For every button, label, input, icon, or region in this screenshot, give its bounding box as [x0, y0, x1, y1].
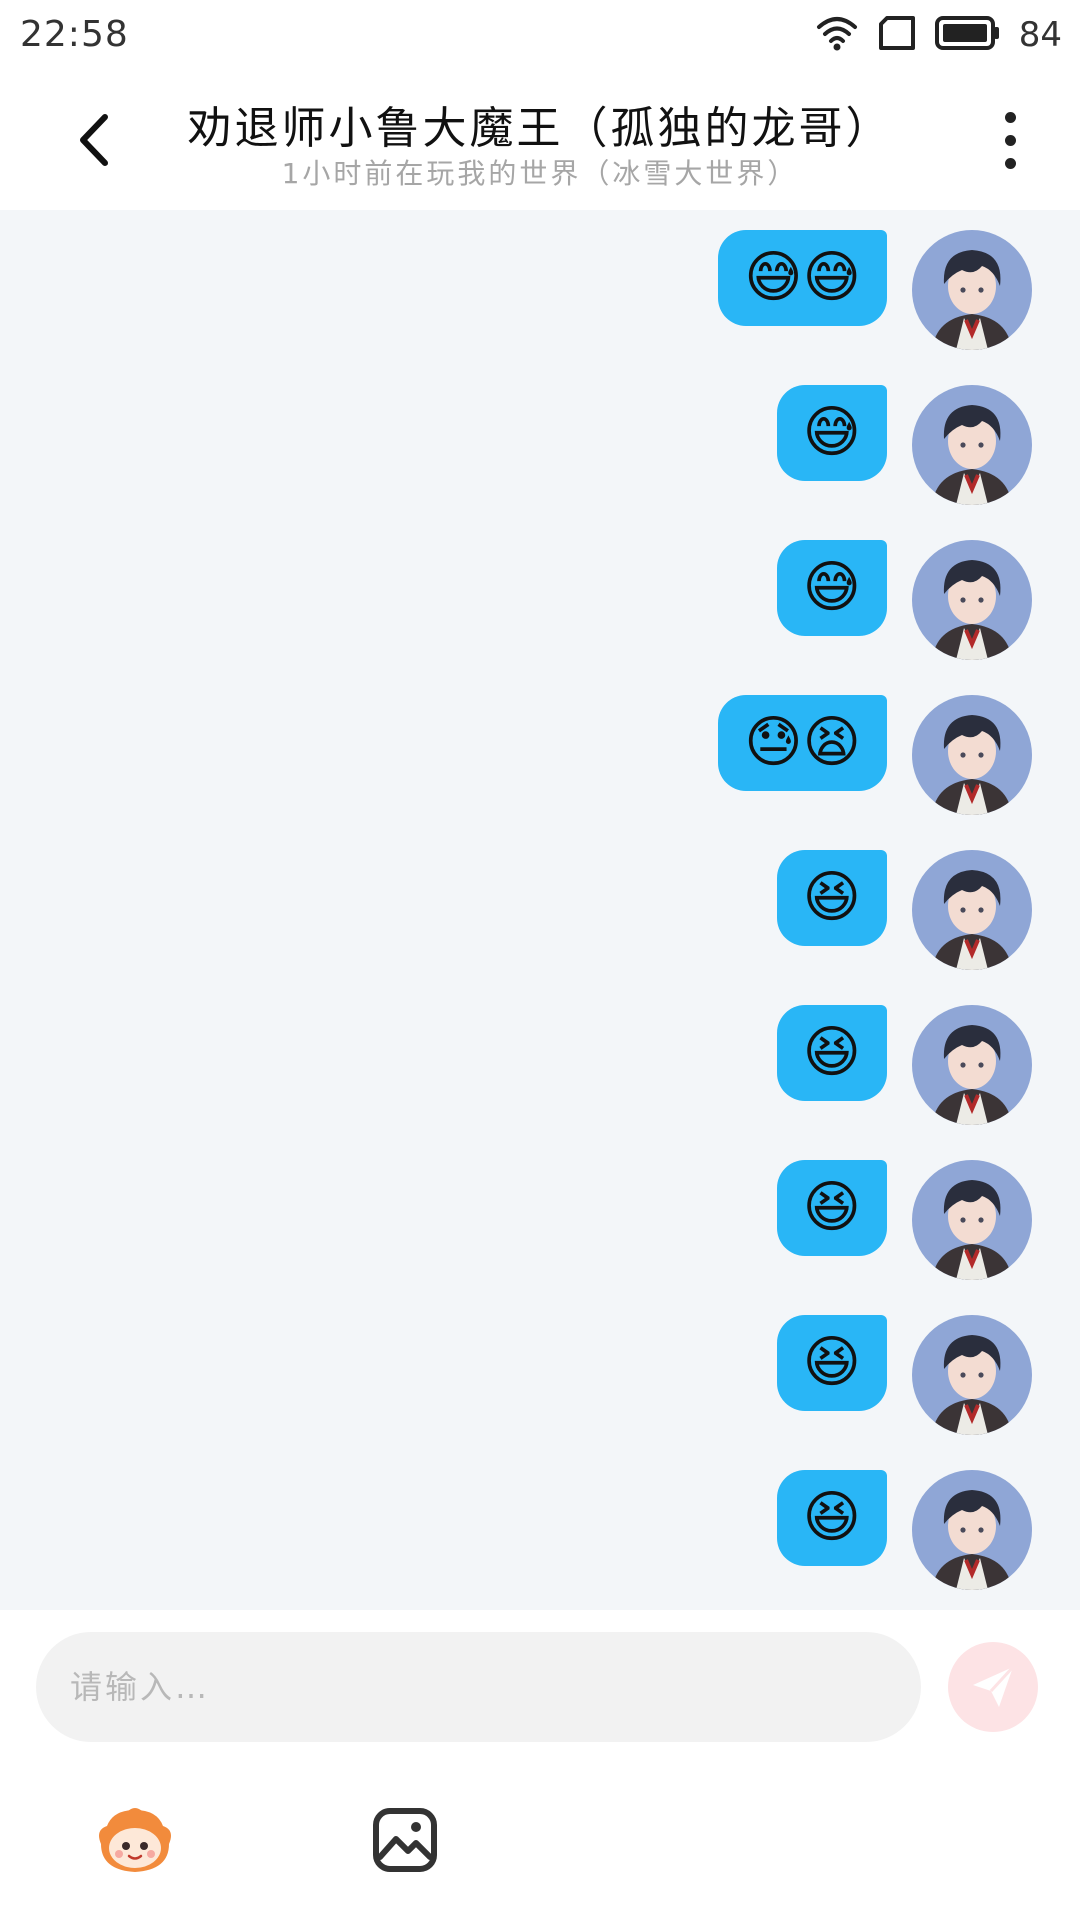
back-button[interactable]	[60, 100, 130, 180]
message-emoji-text: 😅	[802, 555, 861, 620]
message-emoji-text: 😆	[802, 1330, 861, 1395]
input-panel	[0, 1610, 1080, 1920]
image-icon	[373, 1808, 437, 1872]
avatar[interactable]	[912, 1160, 1032, 1280]
message-emoji-text: 😅😅	[744, 245, 861, 310]
status-icons: 84	[815, 12, 1062, 58]
message-bubble[interactable]: 😆	[776, 1315, 887, 1411]
send-button[interactable]	[948, 1642, 1038, 1732]
back-chevron-icon	[80, 114, 108, 166]
message-row: 😓😫	[718, 695, 1032, 815]
message-bubble[interactable]: 😅	[776, 540, 887, 636]
page-title: 劝退师小鲁大魔王（孤独的龙哥）	[187, 103, 893, 154]
message-bubble[interactable]: 😆	[776, 1160, 887, 1256]
message-row: 😆	[776, 1005, 1032, 1125]
sticker-mascot-icon	[99, 1808, 171, 1872]
message-emoji-text: 😓😫	[744, 710, 861, 775]
message-emoji-text: 😆	[802, 1485, 861, 1550]
message-bubble[interactable]: 😅	[776, 385, 887, 481]
message-emoji-text: 😆	[802, 1175, 861, 1240]
message-row: 😅	[776, 385, 1032, 505]
avatar[interactable]	[912, 1005, 1032, 1125]
image-button[interactable]	[360, 1795, 450, 1885]
message-row: 😆	[776, 1470, 1032, 1590]
status-bar: 22:58 84	[0, 0, 1080, 70]
send-icon	[973, 1665, 1015, 1707]
message-input[interactable]	[36, 1632, 921, 1742]
avatar[interactable]	[912, 1470, 1032, 1590]
battery-icon	[934, 15, 1001, 55]
battery-level: 84	[1018, 15, 1062, 55]
page-subtitle: 1小时前在玩我的世界（冰雪大世界）	[281, 157, 799, 190]
avatar[interactable]	[912, 695, 1032, 815]
message-emoji-text: 😆	[802, 865, 861, 930]
message-bubble[interactable]: 😆	[776, 850, 887, 946]
avatar[interactable]	[912, 1315, 1032, 1435]
status-time: 22:58	[20, 14, 129, 55]
avatar[interactable]	[912, 850, 1032, 970]
message-emoji-text: 😆	[802, 1020, 861, 1085]
sim-icon	[877, 15, 917, 55]
chat-header: 劝退师小鲁大魔王（孤独的龙哥） 1小时前在玩我的世界（冰雪大世界）	[0, 70, 1080, 210]
more-vertical-icon	[1004, 111, 1016, 169]
message-row: 😅😅	[718, 230, 1032, 350]
more-menu-button[interactable]	[980, 100, 1040, 180]
message-bubble[interactable]: 😆	[776, 1470, 887, 1566]
sticker-button[interactable]	[90, 1795, 180, 1885]
message-row: 😆	[776, 1160, 1032, 1280]
message-bubble[interactable]: 😓😫	[718, 695, 887, 791]
message-list[interactable]: 😅😅 😅 😅 😓😫 😆 😆 😆 😆 😆	[0, 210, 1080, 1610]
message-row: 😅	[776, 540, 1032, 660]
message-bubble[interactable]: 😅😅	[718, 230, 887, 326]
avatar[interactable]	[912, 230, 1032, 350]
wifi-icon	[815, 13, 859, 57]
avatar[interactable]	[912, 385, 1032, 505]
message-row: 😆	[776, 850, 1032, 970]
avatar[interactable]	[912, 540, 1032, 660]
message-bubble[interactable]: 😆	[776, 1005, 887, 1101]
message-row: 😆	[776, 1315, 1032, 1435]
message-emoji-text: 😅	[802, 400, 861, 465]
